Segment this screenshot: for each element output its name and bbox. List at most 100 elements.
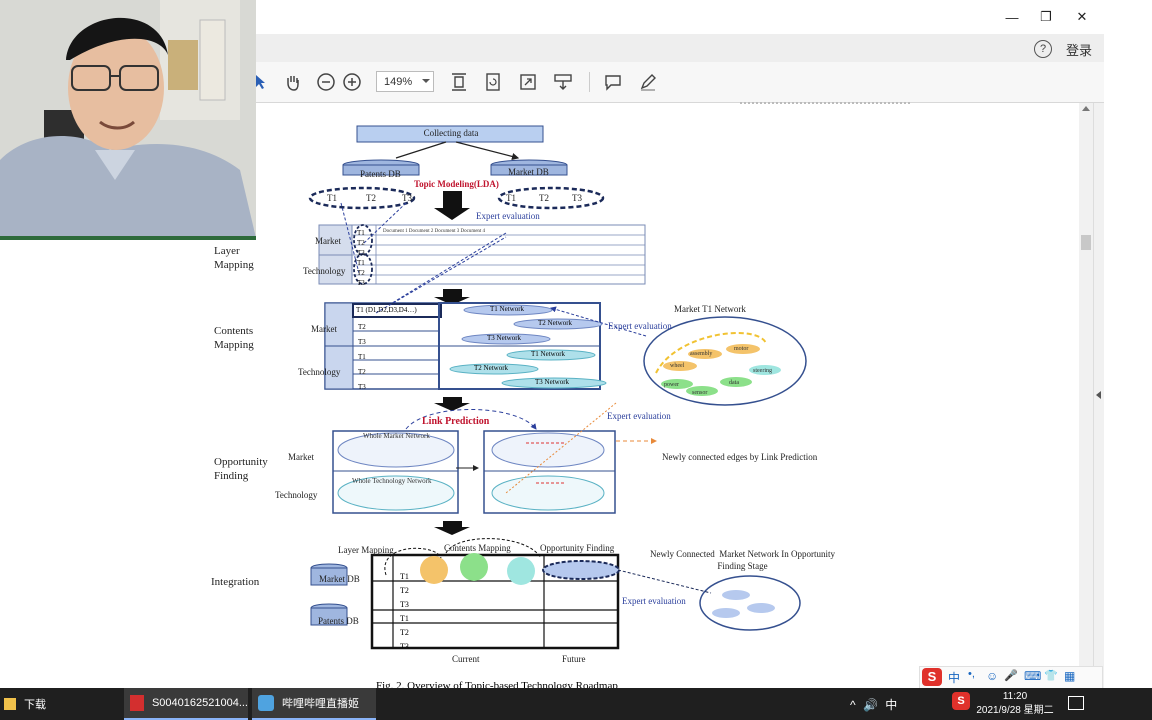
network-label-6: T3 Network	[535, 378, 570, 386]
toolbar-divider	[589, 72, 590, 92]
taskbar-item-bilibili[interactable]: 哔哩哔哩直播姬	[252, 688, 376, 720]
topic-t3b: T3	[572, 193, 582, 203]
patent-topics-group	[308, 186, 416, 210]
network-label-5: T2 Network	[474, 364, 509, 372]
topic-modeling-label: Topic Modeling(LDA)	[414, 179, 499, 189]
contents-first-cell: T1 (D1,D2,D3,D4…)	[356, 306, 417, 314]
layer-rows: T1 T2 T3 T1 T2 T3	[357, 229, 365, 287]
zoom-in-icon[interactable]	[340, 70, 364, 94]
layer-market-label: Market	[315, 236, 341, 246]
pen-icon[interactable]	[636, 70, 660, 94]
newly-connected-market: Newly Connected Market Network In Opport…	[650, 549, 835, 571]
menu-bar	[256, 34, 1104, 63]
node-power: power	[664, 382, 679, 388]
node-steering: steering	[753, 368, 772, 374]
integration-label: Integration	[211, 576, 260, 588]
ime-keyboard-icon[interactable]: ⌨	[1024, 669, 1041, 683]
ime-voice-icon[interactable]: 🎤	[1004, 669, 1018, 682]
ime-punctuation[interactable]: •,	[968, 668, 975, 680]
figure-caption: Fig. 2. Overview of Topic-based Technolo…	[376, 681, 618, 688]
network-label-2: T2 Network	[538, 319, 573, 327]
scroll-up-icon[interactable]	[1082, 106, 1090, 111]
chevron-down-icon[interactable]	[422, 79, 430, 83]
expert-eval-4: Expert evaluation	[622, 596, 686, 606]
node-data: data	[729, 380, 739, 386]
taskbar-item-pdf[interactable]: S0040162521004...	[124, 688, 248, 720]
ime-chinese-mode[interactable]: 中	[948, 669, 960, 686]
taskbar-clock[interactable]: 11:20 2021/9/28 星期二	[975, 690, 1055, 718]
fullscreen-icon[interactable]	[516, 70, 540, 94]
whole-market-network: Whole Market Network	[363, 432, 430, 440]
contents-market-label: Market	[311, 324, 337, 334]
node-sensor: sensor	[692, 390, 708, 396]
integration-header-3: Opportunity Finding	[540, 543, 615, 553]
market-db-label: Market DB	[508, 167, 549, 177]
document-header: Document 1 Document 2 Document 3 Documen…	[383, 229, 486, 234]
scrollbar-thumb[interactable]	[1081, 235, 1091, 250]
desktop-edge	[1104, 0, 1152, 688]
expert-eval-1: Expert evaluation	[476, 211, 540, 221]
close-button[interactable]: ✕	[1064, 0, 1100, 34]
current-label: Current	[452, 654, 480, 664]
opp-technology-label: Technology	[275, 490, 318, 500]
taskbar-item-downloads[interactable]: 下载	[0, 688, 122, 720]
sogou-logo-icon[interactable]: S	[922, 668, 942, 686]
pdf-file-icon	[130, 695, 144, 711]
fit-page-icon[interactable]	[447, 70, 471, 94]
login-link[interactable]: 登录	[1066, 40, 1092, 59]
download-icon[interactable]	[551, 70, 575, 94]
topic-t2: T2	[366, 193, 376, 203]
topic-t2b: T2	[539, 193, 549, 203]
ime-skin-icon[interactable]: 👕	[1044, 669, 1058, 682]
topic-t3: T3	[402, 193, 412, 203]
help-icon[interactable]: ?	[1034, 40, 1052, 58]
sogou-tray-icon[interactable]: S	[952, 692, 970, 710]
topic-t1b: T1	[506, 193, 516, 203]
down-arrow-1	[434, 191, 470, 220]
restore-button[interactable]: ❐	[1028, 0, 1064, 34]
network-label-1: T1 Network	[490, 305, 525, 313]
clock-date: 2021/9/28 星期二	[976, 705, 1054, 716]
integration-market-db: Market DB	[319, 574, 360, 584]
future-label: Future	[562, 654, 586, 664]
opp-market-label: Market	[288, 452, 314, 462]
link-prediction-label: Link Prediction	[422, 416, 490, 427]
webcam-overlay	[0, 0, 256, 238]
integration-rows: T1 T2 T3 T1 T2 T3	[400, 572, 409, 648]
panel-collapse-icon[interactable]	[1096, 391, 1101, 399]
vertical-scrollbar[interactable]	[1079, 103, 1093, 688]
rotate-icon[interactable]	[481, 70, 505, 94]
hand-icon[interactable]	[281, 70, 305, 94]
layer-mapping-label: Layer Mapping	[214, 245, 254, 271]
folder-icon	[4, 698, 16, 710]
contents-mapping-label: Contents Mapping	[214, 325, 254, 351]
ime-emoji-icon[interactable]: ☺	[986, 669, 998, 683]
zoom-out-icon[interactable]	[314, 70, 338, 94]
layer-technology-label: Technology	[303, 266, 346, 276]
system-tray[interactable]: ^ 🔊 中	[850, 688, 946, 720]
expert-eval-3: Expert evaluation	[607, 411, 671, 421]
whole-technology-network: Whole Technology Network	[352, 477, 432, 485]
contents-technology-label: Technology	[298, 367, 341, 377]
integration-header-1: Layer Mapping	[338, 545, 394, 555]
collecting-data-label: Collecting data	[423, 128, 479, 138]
bilibili-live-icon	[258, 695, 274, 711]
title-bar	[256, 0, 1104, 34]
newly-connected-edges: Newly connected edges by Link Prediction	[662, 452, 818, 462]
topic-t1: T1	[327, 193, 337, 203]
comment-icon[interactable]	[601, 70, 625, 94]
minimize-button[interactable]: —	[994, 0, 1030, 34]
ime-toolbox-icon[interactable]: ▦	[1064, 669, 1075, 683]
notification-icon[interactable]	[1068, 696, 1084, 710]
node-motor: motor	[734, 346, 749, 352]
node-assembly: assembly	[690, 351, 713, 357]
integration-patents-db: Patents DB	[318, 616, 359, 626]
webcam-border	[0, 236, 256, 240]
network-label-4: T1 Network	[531, 350, 566, 358]
contents-rows: T2 T3 T1 T2 T3	[358, 323, 366, 391]
node-wheel: wheel	[670, 363, 685, 369]
integration-header-2: Contents Mapping	[444, 543, 511, 553]
expert-eval-2: Expert evaluation	[608, 321, 672, 331]
clock-time: 11:20	[1002, 691, 1028, 702]
network-label-3: T3 Network	[487, 334, 522, 342]
